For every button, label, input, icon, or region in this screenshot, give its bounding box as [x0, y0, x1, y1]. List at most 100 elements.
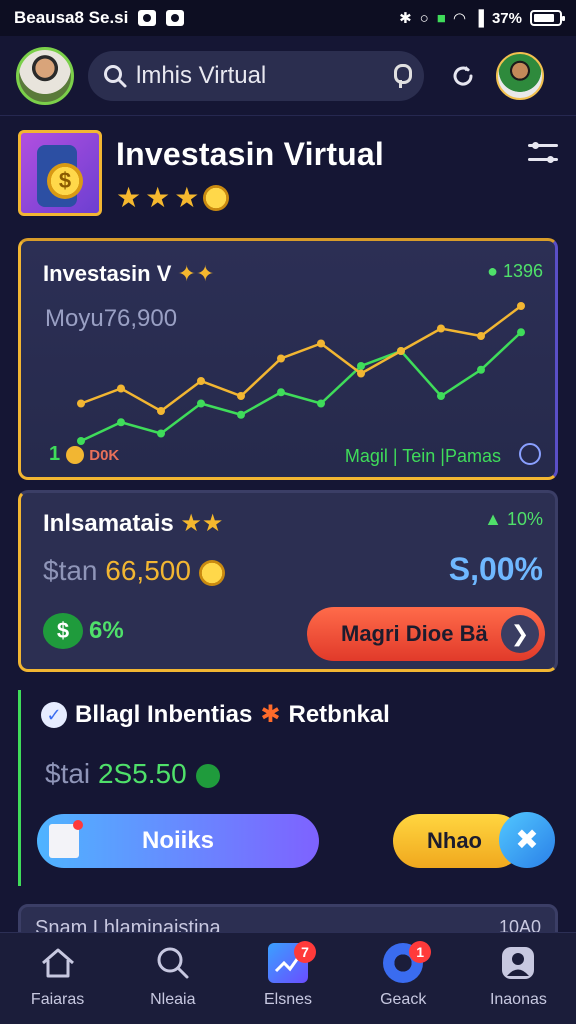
data-point	[117, 418, 125, 427]
secondary-button-label: Nhao	[427, 828, 482, 853]
home-icon	[41, 948, 74, 978]
data-point	[197, 399, 205, 408]
top-bar: lmhis Virtual	[0, 36, 576, 116]
signal-icon: ▐	[473, 9, 484, 27]
chart-legend: Magil | Tein |Pamas	[344, 446, 501, 466]
coin-icon	[203, 184, 230, 211]
chart-title-suffix: V	[156, 261, 172, 286]
data-point	[237, 410, 245, 419]
data-point	[477, 332, 485, 340]
bonus-title: ✓ Bllagl Inbentias ✱ Retbnkal	[41, 700, 390, 729]
profile-avatar[interactable]	[496, 51, 544, 100]
nav-label: Geack	[380, 991, 427, 1008]
coin-icon	[196, 763, 221, 788]
chart-title: Investasin V ✦✦	[43, 261, 214, 287]
profile-icon	[502, 947, 535, 979]
chart-percent: ● 1396	[487, 261, 543, 282]
data-point	[477, 365, 485, 374]
bonus-amount: $tai 2S5.50	[45, 758, 221, 790]
investment-amount-value: 66,500	[105, 555, 191, 586]
data-point	[237, 392, 245, 400]
coin-icon: $	[47, 163, 83, 199]
notification-badge: 7	[294, 941, 316, 963]
dollar-icon: $	[43, 613, 83, 649]
return-badge-value: 6%	[89, 617, 124, 644]
bonus-amount-value: 2S5.50	[97, 758, 187, 789]
investment-summary-card[interactable]: Inlsamatais ★★ ▲ 10% $tan 66,500 S,00% $…	[18, 490, 558, 672]
data-point	[277, 354, 285, 363]
investment-title-text: Inlsamatais	[43, 510, 174, 537]
coin-icon	[198, 559, 225, 586]
chart-left-label-suffix: D0K	[89, 447, 120, 464]
search-icon	[104, 64, 127, 87]
data-point	[157, 429, 165, 438]
investment-amount: $tan 66,500	[43, 555, 225, 587]
investment-title: Inlsamatais ★★	[43, 509, 223, 538]
chart-title-text: Investasin	[43, 261, 151, 286]
data-point	[277, 388, 285, 397]
data-point	[357, 362, 365, 370]
status-bar-text: Beausa8 Se.si	[14, 8, 129, 27]
investment-return-value: S,00%	[448, 551, 543, 587]
notification-app-icon	[138, 10, 157, 26]
check-icon: ✓	[41, 701, 67, 728]
chart-subtitle: Moyu76,900	[45, 305, 178, 332]
data-point	[517, 302, 525, 310]
data-point	[197, 377, 205, 385]
star-icon: ★	[174, 182, 200, 213]
bonus-title-text: Bllagl Inbentias	[75, 700, 253, 728]
notification-badge: 1	[409, 941, 432, 963]
star-icon: ★	[116, 182, 142, 213]
data-point	[357, 369, 365, 378]
nav-label: Nleaia	[150, 991, 196, 1008]
chart-left-label-value: 1	[49, 443, 61, 465]
investment-amount-prefix: $tan	[43, 555, 98, 586]
flame-icon: ✱	[260, 701, 281, 728]
search-bar[interactable]: lmhis Virtual	[88, 50, 424, 101]
nav-item-profile[interactable]: Inaonas	[461, 933, 576, 1024]
media-app-icon	[166, 10, 185, 26]
data-point	[117, 384, 125, 393]
nav-item-check[interactable]: 1 Geack	[346, 933, 461, 1024]
user-avatar[interactable]	[16, 46, 74, 105]
microphone-icon[interactable]	[390, 63, 412, 88]
investment-chart-card[interactable]: Investasin V ✦✦ ● 1396 Moyu76,900 1 D0K …	[18, 238, 558, 480]
data-point	[317, 399, 325, 408]
nav-label: Faiaras	[30, 991, 85, 1008]
alarm-icon: ○	[419, 9, 429, 27]
star-icon: ★	[145, 182, 171, 213]
share-icon[interactable]: ✖	[499, 812, 555, 868]
info-icon[interactable]	[519, 443, 541, 465]
battery-icon	[530, 10, 565, 26]
invest-now-button[interactable]: Magri Dioe Bä ❯	[307, 607, 545, 661]
rating-stars: ★ ★ ★	[116, 181, 384, 214]
sparkle-icon: ✦✦	[177, 261, 215, 286]
status-bar: Beausa8 Se.si ✱ ○ ■ ◠ ▐ 37%	[0, 0, 576, 36]
chart-icon: 7	[268, 941, 316, 983]
nav-item-search[interactable]: Nleaia	[115, 933, 230, 1024]
refresh-icon[interactable]	[450, 63, 476, 89]
notes-button-label: Noiiks	[141, 827, 215, 854]
document-icon	[49, 820, 83, 858]
nav-item-home[interactable]: Faiaras	[0, 933, 115, 1024]
nav-label: Inaonas	[489, 991, 547, 1008]
notes-button[interactable]: Noiiks	[37, 814, 319, 868]
data-point	[397, 347, 405, 355]
bluetooth-icon: ✱	[399, 10, 412, 27]
app-logo: $	[18, 130, 102, 216]
data-icon: ■	[436, 9, 446, 27]
nav-item-business[interactable]: 7 Elsnes	[230, 933, 345, 1024]
data-point	[437, 324, 445, 333]
return-badge: $ 6%	[43, 613, 124, 649]
coin-icon	[65, 445, 84, 464]
bonus-title-suffix: Retbnkal	[288, 700, 390, 728]
data-point	[77, 399, 85, 408]
app-title: Investasin Virtual	[116, 136, 385, 172]
invest-now-button-label: Magri Dioe Bä	[341, 621, 488, 646]
app-header: $ Investasin Virtual ★ ★ ★	[18, 130, 558, 222]
chart-percent-value: 1396	[502, 261, 543, 281]
chevron-right-icon: ❯	[501, 615, 539, 653]
camera-icon: 1	[383, 941, 432, 983]
search-input[interactable]: lmhis Virtual	[136, 62, 390, 90]
filter-menu-icon[interactable]	[528, 140, 558, 166]
